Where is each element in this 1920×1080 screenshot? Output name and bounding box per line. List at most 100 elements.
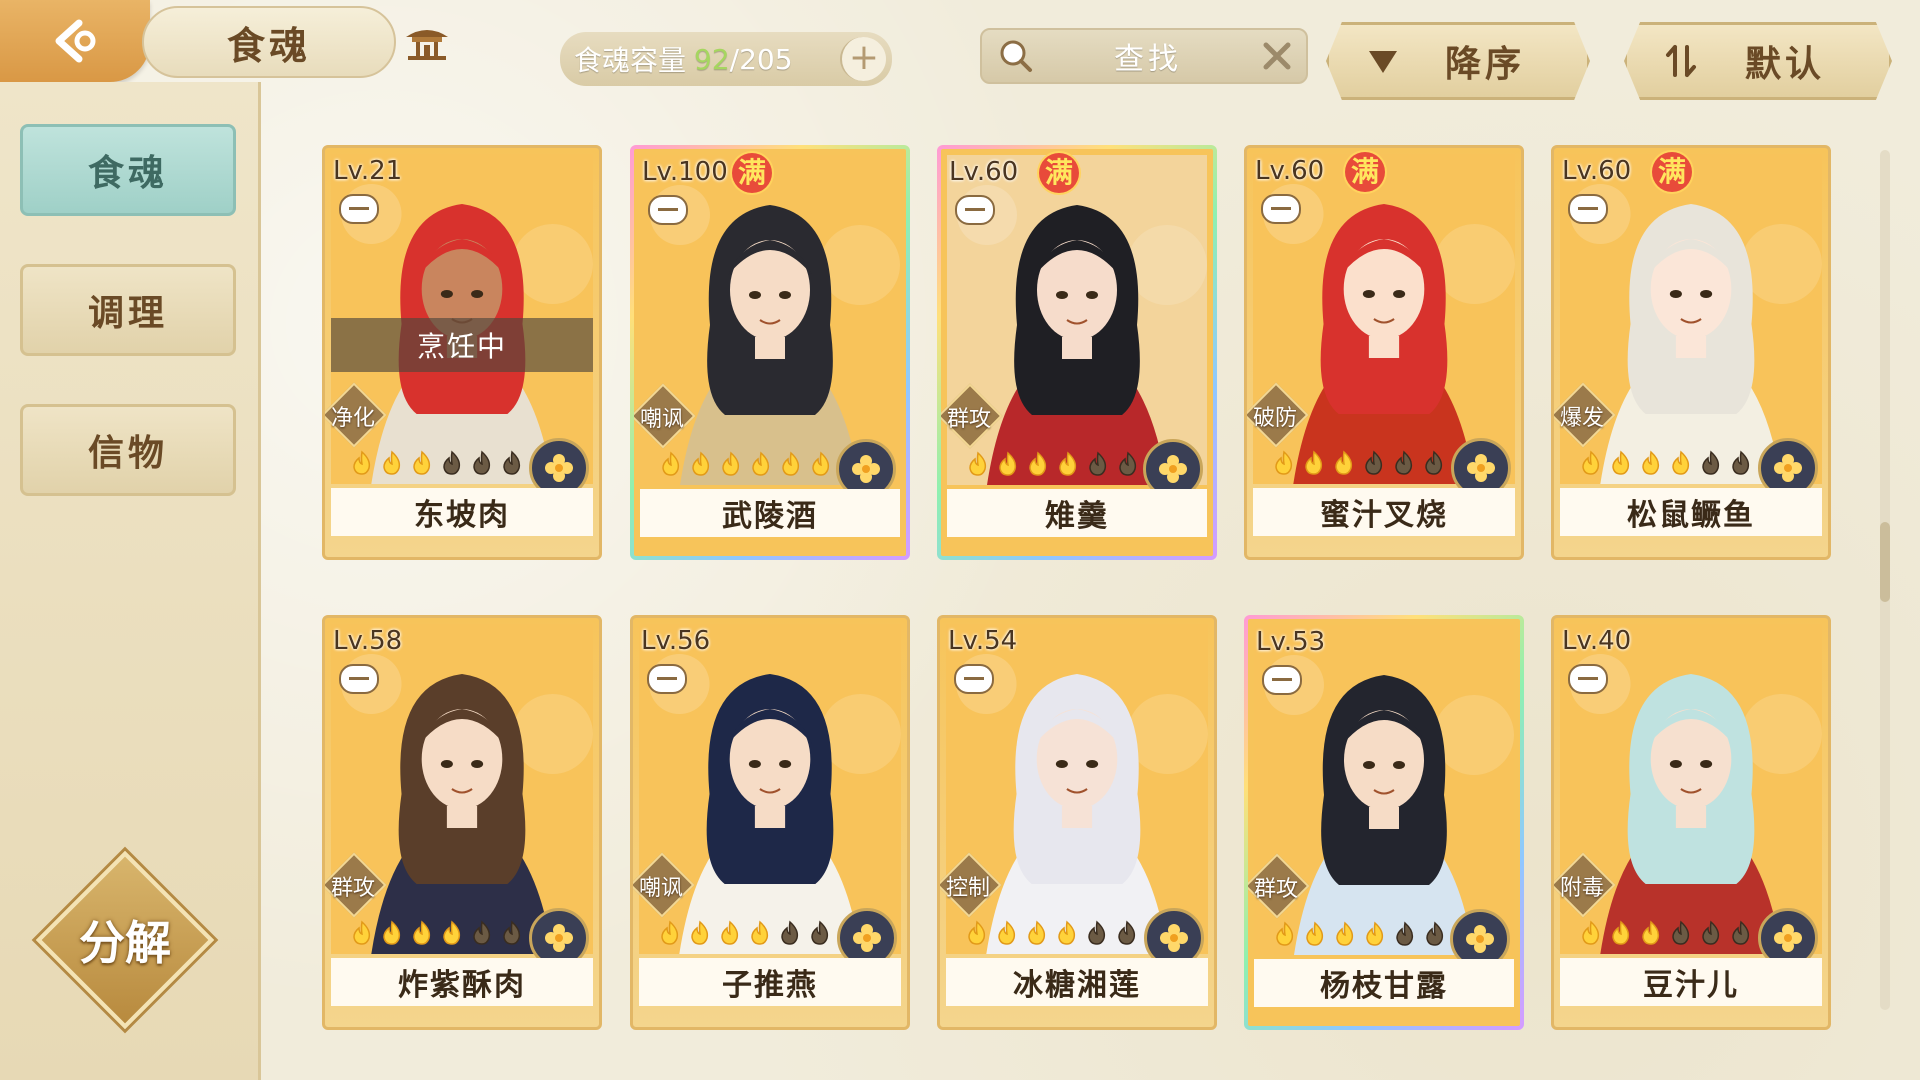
flame-star-filled-icon [1612, 920, 1630, 945]
flame-star-filled-icon [383, 920, 401, 945]
max-level-badge: 满 [732, 153, 772, 193]
sort-mode-label: 默认 [1744, 44, 1825, 85]
sort-order-button[interactable]: 降序 [1326, 22, 1590, 100]
bowl-icon [1262, 665, 1302, 695]
flame-star-filled-icon [1336, 921, 1354, 946]
capacity-total: /205 [729, 42, 793, 76]
flame-star-filled-icon [1276, 921, 1294, 946]
card-level: Lv.100 [642, 157, 728, 187]
flame-star-filled-icon [752, 451, 770, 476]
flame-star-filled-icon [662, 451, 680, 476]
card-name: 武陵酒 [640, 489, 900, 537]
flame-star-filled-icon [1672, 450, 1690, 475]
flame-star-filled-icon [353, 920, 371, 945]
sidebar-item-soul[interactable]: 食魂 [20, 124, 236, 216]
flame-star-empty-icon [443, 450, 461, 475]
card-name: 炸紫酥肉 [331, 958, 593, 1006]
flame-star-filled-icon [691, 920, 709, 945]
sidebar-item-token[interactable]: 信物 [20, 404, 236, 496]
capacity-current: 92 [694, 42, 730, 76]
role-badge-label: 嘲讽 [638, 876, 683, 901]
flame-star-filled-icon [1335, 450, 1353, 475]
flame-star-empty-icon [1702, 920, 1720, 945]
role-badge: 群攻 [325, 852, 387, 918]
flame-star-filled-icon [1642, 450, 1660, 475]
food-soul-card[interactable]: Lv.60 满爆发 松鼠鳜鱼 [1551, 145, 1831, 560]
role-badge-label: 群攻 [1253, 877, 1298, 902]
card-level: Lv.53 [1256, 627, 1326, 657]
flame-star-filled-icon [998, 920, 1016, 945]
flame-star-empty-icon [473, 920, 491, 945]
card-level: Lv.40 [1562, 626, 1632, 656]
top-bar: 食魂 食魂容量 92 /205 + 查找 降序 默认 [0, 0, 1920, 110]
bowl-icon [1261, 194, 1301, 224]
food-soul-card[interactable]: Lv.58 群攻炸紫酥肉 [322, 615, 602, 1030]
decompose-label: 分解 [79, 916, 171, 970]
flame-star-empty-icon [1395, 450, 1413, 475]
card-level: Lv.60 [949, 157, 1019, 187]
card-level: Lv.60 [1562, 156, 1632, 186]
bowl-icon [954, 664, 994, 694]
card-name: 松鼠鳜鱼 [1560, 488, 1822, 536]
bowl-icon [955, 195, 995, 225]
food-soul-card[interactable]: Lv.60 满群攻 雉羹 [937, 145, 1217, 560]
card-name: 豆汁儿 [1560, 958, 1822, 1006]
flame-star-empty-icon [1732, 920, 1750, 945]
flame-star-empty-icon [473, 450, 491, 475]
role-badge: 净化 [325, 382, 387, 448]
star-rating [349, 920, 525, 946]
food-soul-card[interactable]: Lv.53 群攻杨枝甘露 [1244, 615, 1524, 1030]
card-level: Lv.58 [333, 626, 403, 656]
card-level: Lv.54 [948, 626, 1018, 656]
sort-mode-button[interactable]: 默认 [1624, 22, 1892, 100]
flame-star-empty-icon [1672, 920, 1690, 945]
flame-star-empty-icon [1088, 920, 1106, 945]
back-button[interactable] [0, 0, 150, 82]
card-name: 雉羹 [947, 489, 1207, 537]
role-badge-label: 附毒 [1559, 876, 1604, 901]
flame-star-filled-icon [1029, 451, 1047, 476]
search-bar[interactable]: 查找 [980, 28, 1308, 84]
scrollbar-thumb[interactable] [1880, 522, 1890, 602]
role-badge-label: 爆发 [1559, 406, 1604, 431]
card-name: 东坡肉 [331, 488, 593, 536]
flame-star-empty-icon [1732, 450, 1750, 475]
food-soul-card[interactable]: Lv.21 烹饪中 净化 东坡肉 [322, 145, 602, 560]
card-level: Lv.60 [1255, 156, 1325, 186]
flame-star-filled-icon [812, 451, 830, 476]
flame-star-empty-icon [1426, 921, 1444, 946]
bowl-icon [339, 664, 379, 694]
add-capacity-button[interactable]: + [840, 37, 886, 81]
role-badge-label: 净化 [330, 406, 375, 431]
card-name: 蜜汁叉烧 [1253, 488, 1515, 536]
card-name: 杨枝甘露 [1254, 959, 1514, 1007]
flame-star-filled-icon [413, 450, 431, 475]
star-rating [657, 920, 833, 946]
flame-star-filled-icon [383, 450, 401, 475]
capacity-label: 食魂容量 [574, 44, 687, 77]
card-name: 冰糖湘莲 [946, 958, 1208, 1006]
flame-star-filled-icon [1275, 450, 1293, 475]
sort-order-label: 降序 [1444, 44, 1525, 85]
flame-star-filled-icon [353, 450, 371, 475]
food-soul-card[interactable]: Lv.100 满嘲讽 武陵酒 [630, 145, 910, 560]
star-rating [965, 451, 1141, 477]
decompose-button[interactable]: 分解 [35, 850, 215, 1030]
flame-star-filled-icon [1642, 920, 1660, 945]
food-soul-card[interactable]: Lv.40 附毒豆汁儿 [1551, 615, 1831, 1030]
clear-search-icon[interactable] [1260, 39, 1294, 73]
sidebar-item-conditioning[interactable]: 调理 [20, 264, 236, 356]
flame-star-filled-icon [999, 451, 1017, 476]
pavilion-button[interactable] [392, 14, 462, 72]
card-level: Lv.21 [333, 156, 403, 186]
food-soul-card[interactable]: Lv.56 嘲讽 子推燕 [630, 615, 910, 1030]
flame-star-empty-icon [1119, 451, 1137, 476]
flame-star-empty-icon [811, 920, 829, 945]
search-input[interactable]: 查找 [1036, 34, 1260, 78]
flame-star-filled-icon [443, 920, 461, 945]
flame-star-filled-icon [1305, 450, 1323, 475]
bowl-icon [647, 664, 687, 694]
food-soul-card[interactable]: Lv.60 满破防 蜜汁叉烧 [1244, 145, 1524, 560]
role-badge: 破防 [1247, 382, 1309, 448]
food-soul-card[interactable]: Lv.54 控制 冰糖湘莲 [937, 615, 1217, 1030]
